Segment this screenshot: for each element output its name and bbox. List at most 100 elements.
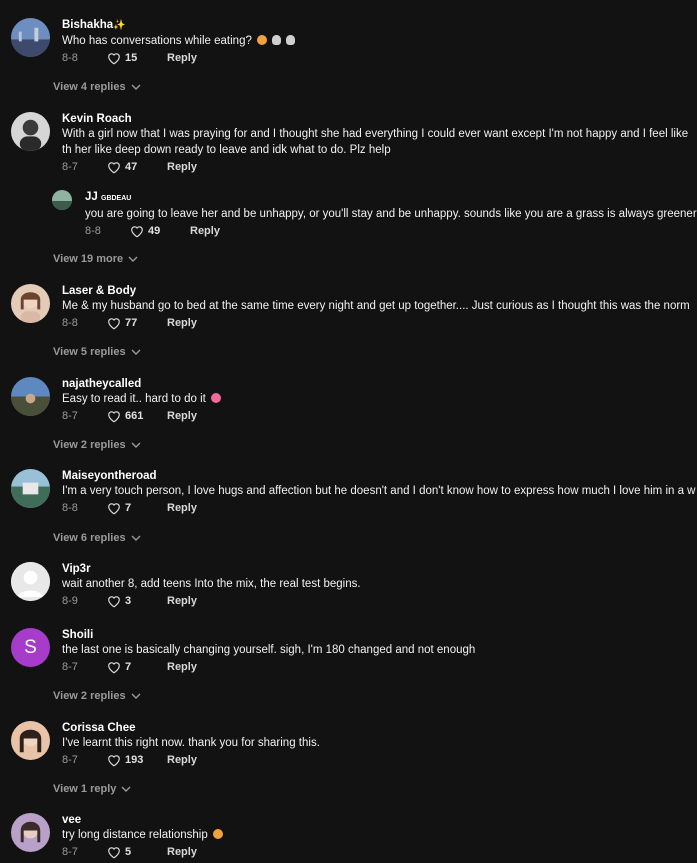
comment-meta: 8-8 15 Reply xyxy=(62,50,697,66)
username[interactable]: Kevin Roach xyxy=(62,112,697,126)
reply-button[interactable]: Reply xyxy=(167,595,197,607)
reply-button[interactable]: Reply xyxy=(167,317,197,329)
comment-date: 8-8 xyxy=(62,52,78,64)
avatar[interactable] xyxy=(11,721,50,760)
comment-text: wait another 8, add teens Into the mix, … xyxy=(62,578,361,590)
username[interactable]: Laser & Body xyxy=(62,284,697,298)
chevron-down-icon xyxy=(131,84,141,90)
reply-button[interactable]: Reply xyxy=(167,846,197,858)
sparkle-emoji: ✨ xyxy=(113,20,126,31)
username[interactable]: Corissa Chee xyxy=(62,721,697,735)
view-replies-button[interactable]: View 2 replies xyxy=(53,690,141,702)
like-count: 661 xyxy=(125,410,144,422)
laughing-emoji xyxy=(211,393,222,403)
heart-icon xyxy=(108,754,120,766)
like-count: 47 xyxy=(125,161,138,173)
view-replies-button[interactable]: View 6 replies xyxy=(53,532,141,544)
heart-icon xyxy=(108,52,120,64)
reply-button[interactable]: Reply xyxy=(167,661,197,673)
comment-text: Who has conversations while eating? xyxy=(62,33,697,49)
reply-button[interactable]: Reply xyxy=(167,52,197,64)
avatar[interactable] xyxy=(11,18,50,57)
avatar[interactable] xyxy=(11,112,50,151)
username[interactable]: najatheycalled xyxy=(62,377,697,391)
comment-date: 8-8 xyxy=(62,317,78,329)
like-button[interactable]: 193 xyxy=(107,754,167,767)
comment-meta: 8-9 3 Reply xyxy=(62,593,697,609)
like-count: 7 xyxy=(125,661,132,673)
heart-icon xyxy=(108,502,120,514)
comment-text: Me & my husband go to bed at the same ti… xyxy=(62,300,690,312)
comment-meta: 8-7 47 Reply xyxy=(62,159,697,175)
comment-date: 8-7 xyxy=(62,410,78,422)
chevron-down-icon xyxy=(128,256,138,262)
like-count: 15 xyxy=(125,52,138,64)
heart-icon xyxy=(108,846,120,858)
heart-icon xyxy=(108,661,120,673)
username[interactable]: JJ GBDEAU xyxy=(85,190,697,206)
avatar[interactable] xyxy=(11,562,50,601)
like-button[interactable]: 5 xyxy=(107,846,167,859)
comment-text: With a girl now that I was praying for a… xyxy=(62,128,689,140)
avatar[interactable] xyxy=(11,377,50,416)
comment-text: Easy to read it.. hard to do it xyxy=(62,391,697,407)
heart-icon xyxy=(108,161,120,173)
comment-meta: 8-8 77 Reply xyxy=(62,315,697,331)
comment-date: 8-9 xyxy=(62,595,78,607)
heart-icon xyxy=(108,595,120,607)
like-button[interactable]: 7 xyxy=(107,502,167,515)
skull-emoji xyxy=(272,35,282,45)
heart-icon xyxy=(131,225,143,237)
comment-meta: 8-8 49 Reply xyxy=(85,223,697,239)
like-button[interactable]: 7 xyxy=(107,661,167,674)
view-replies-button[interactable]: View 2 replies xyxy=(53,439,141,451)
face-emoji xyxy=(212,829,223,839)
reply-button[interactable]: Reply xyxy=(190,225,220,237)
username[interactable]: Vip3r xyxy=(62,562,697,576)
reply-button[interactable]: Reply xyxy=(167,754,197,766)
comment-meta: 8-7 5 Reply xyxy=(62,844,697,860)
chevron-down-icon xyxy=(131,349,141,355)
comment-date: 8-7 xyxy=(62,661,78,673)
comment-text: the last one is basically changing yours… xyxy=(62,644,476,656)
like-button[interactable]: 49 xyxy=(130,225,190,238)
chevron-down-icon xyxy=(131,442,141,448)
view-more-replies-button[interactable]: View 19 more xyxy=(53,253,138,265)
avatar[interactable] xyxy=(11,813,50,852)
like-count: 77 xyxy=(125,317,138,329)
like-button[interactable]: 77 xyxy=(107,317,167,330)
like-button[interactable]: 3 xyxy=(107,595,167,608)
comment-meta: 8-7 7 Reply xyxy=(62,659,697,675)
avatar[interactable] xyxy=(52,190,72,210)
avatar[interactable] xyxy=(11,284,50,323)
comment-date: 8-7 xyxy=(62,161,78,173)
heart-icon xyxy=(108,317,120,329)
like-count: 3 xyxy=(125,595,132,607)
like-count: 193 xyxy=(125,754,144,766)
view-replies-button[interactable]: View 4 replies xyxy=(53,81,141,93)
like-button[interactable]: 47 xyxy=(107,161,167,174)
view-replies-button[interactable]: View 1 reply xyxy=(53,783,131,795)
reply-button[interactable]: Reply xyxy=(167,161,197,173)
reply-button[interactable]: Reply xyxy=(167,410,197,422)
comment-text-line-2: th her like deep down ready to leave and… xyxy=(62,144,391,156)
username[interactable]: Shoili xyxy=(62,628,697,642)
avatar[interactable] xyxy=(11,469,50,508)
view-replies-button[interactable]: View 5 replies xyxy=(53,346,141,358)
reply-button[interactable]: Reply xyxy=(167,502,197,514)
username[interactable]: Maiseyontheroad xyxy=(62,469,697,483)
comment-meta: 8-8 7 Reply xyxy=(62,500,697,516)
comment-text: you are going to leave her and be unhapp… xyxy=(85,208,697,220)
user-tag: GBDEAU xyxy=(101,195,132,202)
comment-date: 8-8 xyxy=(85,225,101,237)
like-count: 49 xyxy=(148,225,161,237)
comment-date: 8-7 xyxy=(62,754,78,766)
like-button[interactable]: 661 xyxy=(107,410,167,423)
comment-date: 8-7 xyxy=(62,846,78,858)
username[interactable]: Bishakha✨ xyxy=(62,18,697,33)
like-button[interactable]: 15 xyxy=(107,52,167,65)
heart-icon xyxy=(108,410,120,422)
username[interactable]: vee xyxy=(62,813,697,827)
face-emoji xyxy=(257,35,268,45)
avatar[interactable]: S xyxy=(11,628,50,667)
